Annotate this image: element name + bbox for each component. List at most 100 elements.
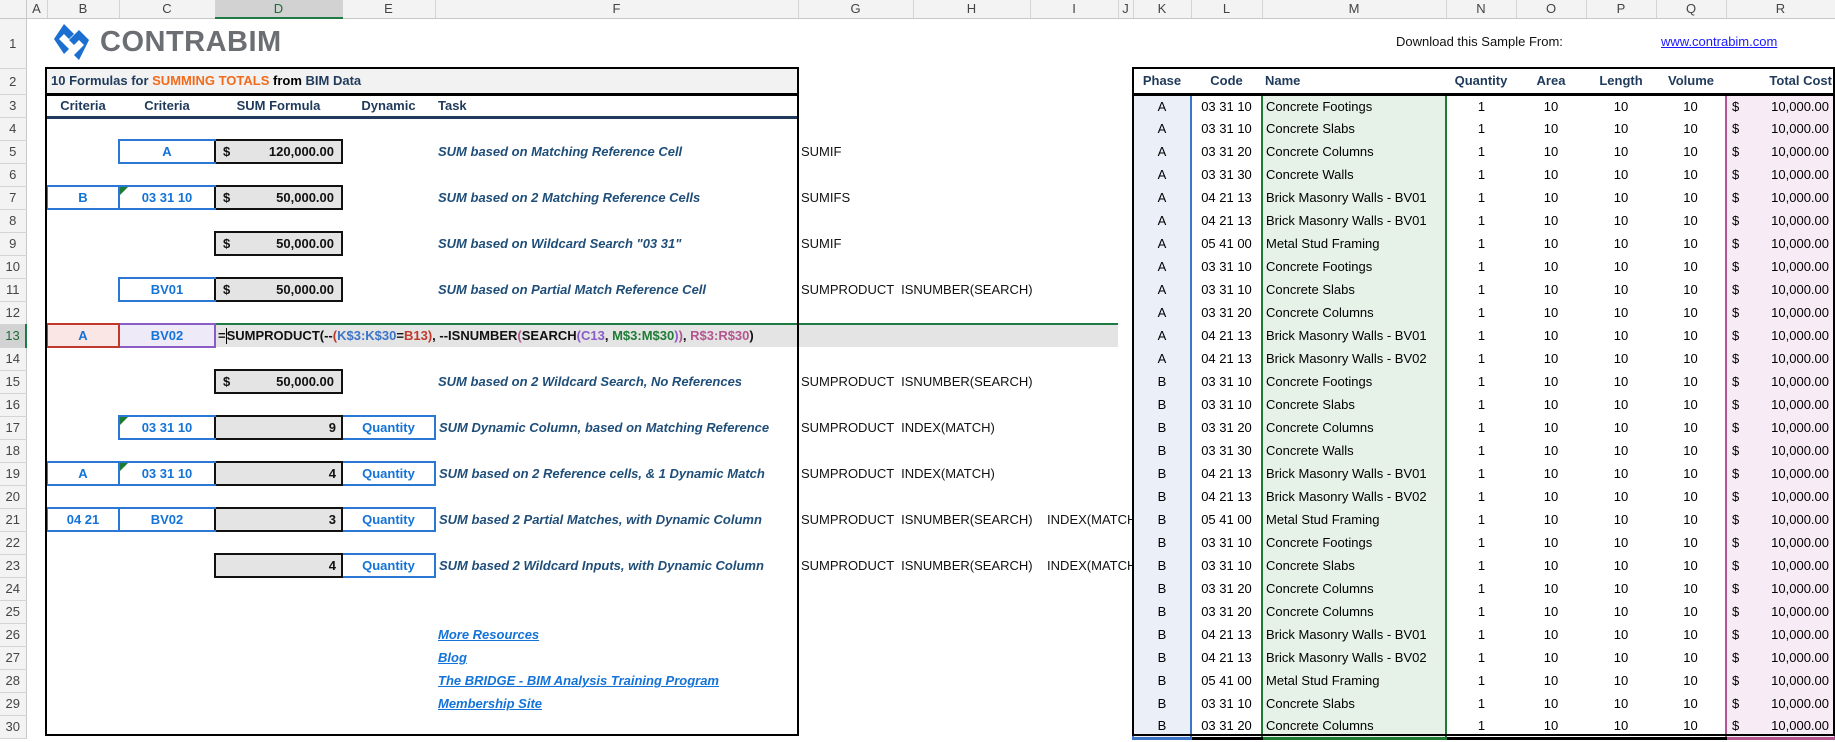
name-cell[interactable]: Concrete Columns [1261, 577, 1447, 600]
column-header-E[interactable]: E [342, 0, 436, 19]
name-cell[interactable]: Metal Stud Framing [1261, 508, 1447, 531]
cell-C28[interactable] [119, 669, 215, 692]
phase-cell[interactable]: B [1132, 485, 1192, 508]
code-cell[interactable]: 03 31 20 [1191, 416, 1262, 439]
cell-E1[interactable] [342, 18, 435, 68]
cell-E28[interactable] [342, 669, 435, 692]
cell-G14[interactable] [798, 347, 913, 370]
total-cost-cell[interactable]: $10,000.00 [1725, 600, 1835, 623]
cell-H16[interactable] [913, 393, 1030, 416]
criteria2-input[interactable]: 03 31 10 [118, 415, 215, 440]
cell-G1[interactable] [798, 18, 913, 68]
length-cell[interactable]: 10 [1586, 646, 1656, 669]
area-cell[interactable]: 10 [1516, 715, 1586, 740]
length-cell[interactable]: 10 [1586, 692, 1656, 715]
length-cell[interactable]: 10 [1586, 416, 1656, 439]
area-cell[interactable]: 10 [1516, 577, 1586, 600]
cell-A22[interactable] [26, 531, 47, 554]
cell-I15[interactable] [1030, 370, 1118, 393]
cell-H12[interactable] [913, 301, 1030, 324]
cell-J28[interactable] [1118, 669, 1133, 692]
cell-D30[interactable] [215, 715, 342, 738]
column-header-K[interactable]: K [1133, 0, 1192, 19]
cell-C29[interactable] [119, 692, 215, 715]
phase-cell[interactable]: B [1132, 416, 1192, 439]
criteria2-input[interactable]: 03 31 10 [118, 461, 215, 486]
quantity-cell[interactable]: 1 [1446, 531, 1516, 554]
name-cell[interactable]: Metal Stud Framing [1261, 232, 1447, 255]
cell-A6[interactable] [26, 163, 47, 186]
cell-E26[interactable] [342, 623, 435, 646]
area-cell[interactable]: 10 [1516, 347, 1586, 370]
column-header-M[interactable]: M [1262, 0, 1447, 19]
cell-E7[interactable] [342, 186, 435, 209]
cell-F18[interactable] [435, 439, 798, 462]
area-cell[interactable]: 10 [1516, 186, 1586, 209]
phase-cell[interactable]: B [1132, 531, 1192, 554]
cell-A10[interactable] [26, 255, 47, 278]
cell-F25[interactable] [435, 600, 798, 623]
name-cell[interactable]: Concrete Slabs [1261, 278, 1447, 301]
name-cell[interactable]: Concrete Footings [1261, 531, 1447, 554]
total-cost-cell[interactable]: $10,000.00 [1725, 232, 1835, 255]
length-cell[interactable]: 10 [1586, 600, 1656, 623]
cell-C14[interactable] [119, 347, 215, 370]
cell-I22[interactable] [1030, 531, 1118, 554]
volume-cell[interactable]: 10 [1656, 140, 1726, 163]
code-cell[interactable]: 04 21 13 [1191, 186, 1262, 209]
quantity-cell[interactable]: 1 [1446, 508, 1516, 531]
cell-A28[interactable] [26, 669, 47, 692]
column-header-N[interactable]: N [1446, 0, 1517, 19]
cell-B11[interactable] [47, 278, 119, 301]
cell-D26[interactable] [215, 623, 342, 646]
cell-E16[interactable] [342, 393, 435, 416]
cell-D8[interactable] [215, 209, 342, 232]
cell-H4[interactable] [913, 117, 1030, 140]
phase-cell[interactable]: A [1132, 94, 1192, 117]
cell-B18[interactable] [47, 439, 119, 462]
cell-D27[interactable] [215, 646, 342, 669]
column-title-total-cost[interactable]: Total Cost [1726, 68, 1835, 96]
quantity-cell[interactable]: 1 [1446, 117, 1516, 140]
column-title-code[interactable]: Code [1191, 68, 1262, 96]
length-cell[interactable]: 10 [1586, 393, 1656, 416]
resource-link[interactable]: Membership Site [435, 692, 798, 715]
row-header-6[interactable]: 6 [0, 163, 27, 187]
code-cell[interactable]: 03 31 10 [1191, 393, 1262, 416]
name-cell[interactable]: Brick Masonry Walls - BV01 [1261, 324, 1447, 347]
row-header-17[interactable]: 17 [0, 416, 27, 440]
cell-J1[interactable] [1118, 18, 1133, 68]
cell-J23[interactable] [1118, 554, 1133, 577]
dynamic-column-input[interactable]: Quantity [342, 507, 436, 532]
cell-H6[interactable] [913, 163, 1030, 186]
cell-A24[interactable] [26, 577, 47, 600]
cell-H5[interactable] [913, 140, 1030, 163]
cell-I28[interactable] [1030, 669, 1118, 692]
cell-J27[interactable] [1118, 646, 1133, 669]
row-header-23[interactable]: 23 [0, 554, 27, 578]
cell-B9[interactable] [47, 232, 119, 255]
code-cell[interactable]: 03 31 20 [1191, 600, 1262, 623]
cell-B27[interactable] [47, 646, 119, 669]
volume-cell[interactable]: 10 [1656, 163, 1726, 186]
cell-E4[interactable] [342, 117, 435, 140]
cell-A7[interactable] [26, 186, 47, 209]
area-cell[interactable]: 10 [1516, 485, 1586, 508]
area-cell[interactable]: 10 [1516, 531, 1586, 554]
cell-D10[interactable] [215, 255, 342, 278]
quantity-cell[interactable]: 1 [1446, 163, 1516, 186]
phase-cell[interactable]: A [1132, 324, 1192, 347]
cell-C25[interactable] [119, 600, 215, 623]
length-cell[interactable]: 10 [1586, 347, 1656, 370]
cell-A2[interactable] [26, 68, 47, 94]
length-cell[interactable]: 10 [1586, 715, 1656, 740]
cell-A3[interactable] [26, 94, 47, 117]
area-cell[interactable]: 10 [1516, 163, 1586, 186]
cell-B20[interactable] [47, 485, 119, 508]
area-cell[interactable]: 10 [1516, 600, 1586, 623]
area-cell[interactable]: 10 [1516, 462, 1586, 485]
phase-cell[interactable]: B [1132, 600, 1192, 623]
cell-A11[interactable] [26, 278, 47, 301]
cell-E24[interactable] [342, 577, 435, 600]
cell-B4[interactable] [47, 117, 119, 140]
